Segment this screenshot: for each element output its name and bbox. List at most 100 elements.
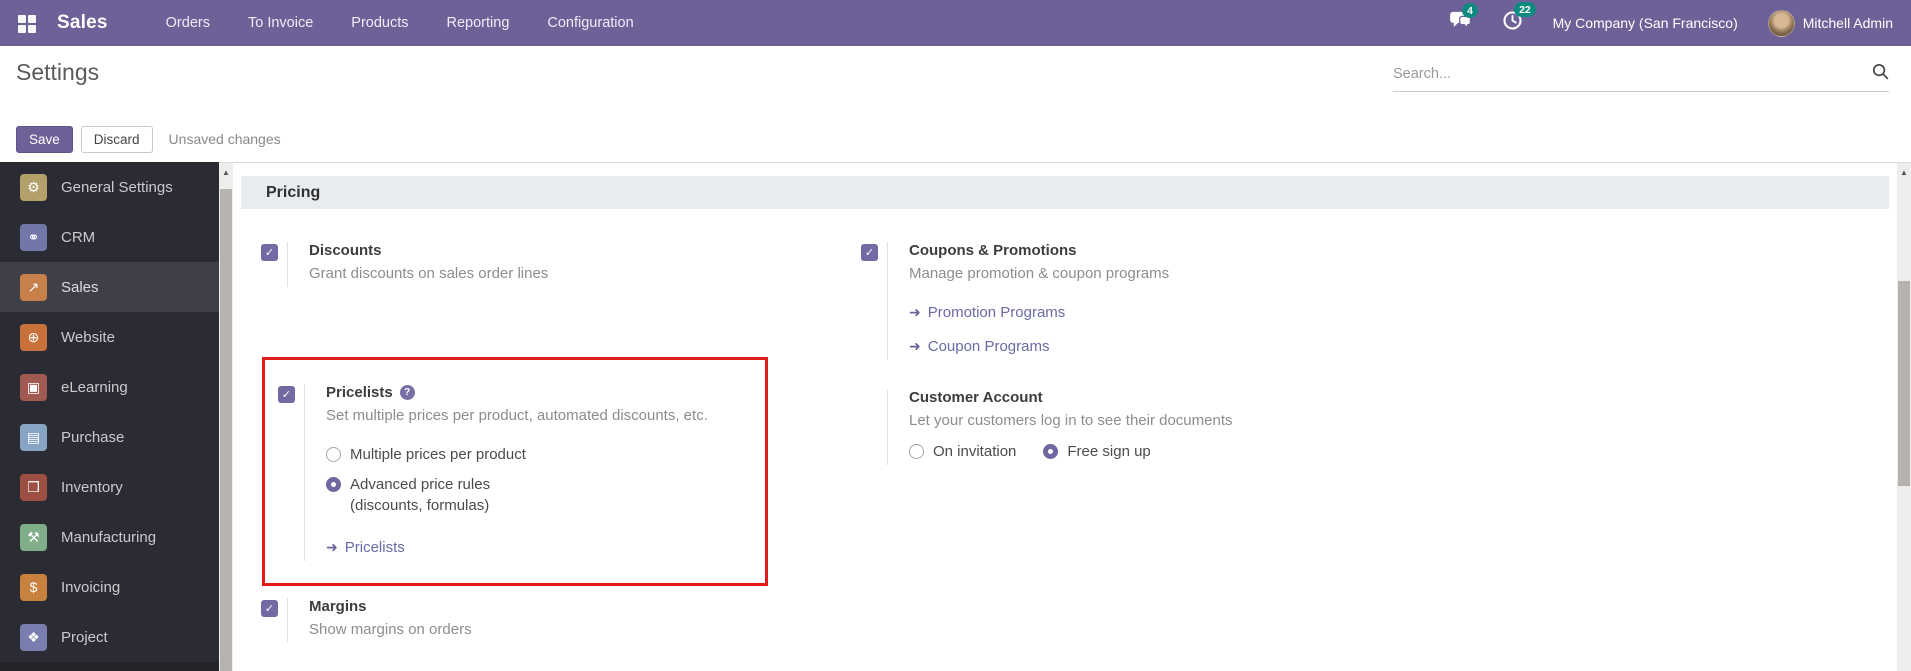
coupons-checkbox[interactable]: ✓ [861,244,878,261]
sidebar-item-sales[interactable]: ↗ Sales [0,262,219,312]
free-sign-up-radio[interactable] [1043,444,1059,459]
top-navbar: Sales Orders To Invoice Products Reporti… [0,0,1911,46]
sidebar-item-purchase[interactable]: ▤ Purchase [0,412,219,462]
sidebar-item-inventory[interactable]: ❒ Inventory [0,462,219,512]
discounts-desc: Grant discounts on sales order lines [309,265,549,282]
purchase-card-icon: ▤ [20,423,47,451]
settings-left-scrollbar[interactable]: ▲ [219,162,233,671]
nav-item-to-invoice[interactable]: To Invoice [248,2,313,44]
user-menu[interactable]: Mitchell Admin [1767,9,1893,37]
website-globe-icon: ⊕ [20,323,47,351]
nav-item-orders[interactable]: Orders [166,2,210,44]
section-header-pricing: Pricing [241,176,1889,209]
sidebar-item-website[interactable]: ⊕ Website [0,312,219,362]
app-brand[interactable]: Sales [57,12,108,34]
sidebar-item-elearning[interactable]: ▣ eLearning [0,362,219,412]
activities-menu[interactable]: 22 [1502,2,1537,36]
crm-handshake-icon: ⚭ [20,223,47,251]
option-multiple-prices: Multiple prices per product [326,446,708,463]
nav-item-configuration[interactable]: Configuration [547,2,633,44]
page-right-scrollbar[interactable]: ▲ [1897,162,1911,671]
elearning-board-icon: ▣ [20,373,47,401]
coupon-programs-link[interactable]: ➜ Coupon Programs [909,338,1169,355]
advanced-rules-radio[interactable] [326,477,341,492]
save-button[interactable]: Save [16,125,73,153]
inventory-box-icon: ❒ [20,473,47,501]
sidebar-item-label: CRM [61,228,96,246]
user-name: Mitchell Admin [1802,15,1893,31]
pricelists-link-label: Pricelists [344,539,405,556]
sidebar-item-label: Inventory [61,478,123,496]
discounts-checkbox[interactable]: ✓ [261,244,278,261]
messages-menu[interactable]: 4 [1449,3,1479,35]
sidebar-item-label: Purchase [61,428,125,446]
help-icon[interactable]: ? [399,385,415,400]
on-invitation-radio[interactable] [909,444,924,459]
manufacturing-wrench-icon: ⚒ [20,523,47,551]
option-on-invitation: On invitation [909,443,1016,460]
section-title: Pricing [266,183,321,201]
search-input[interactable] [1393,66,1872,82]
project-puzzle-icon: ❖ [20,623,47,651]
setting-coupons: ✓ Coupons & Promotions Manage promotion … [861,242,1441,360]
nav-item-reporting[interactable]: Reporting [447,2,510,44]
user-avatar [1767,9,1795,37]
coupons-label: Coupons & Promotions [909,242,1077,259]
sales-chart-icon: ↗ [20,273,47,301]
sidebar-item-label: Invoicing [61,578,121,596]
company-switcher[interactable]: My Company (San Francisco) [1553,15,1738,31]
pricelists-desc: Set multiple prices per product, automat… [326,407,708,424]
sidebar-item-label: Sales [61,278,99,296]
sidebar-item-crm[interactable]: ⚭ CRM [0,212,219,262]
scroll-up-icon[interactable]: ▲ [1897,163,1911,177]
advanced-rules-label: Advanced price rules [350,476,491,493]
highlight-box: ✓ Pricelists ? Set multiple prices per p… [262,357,768,586]
multiple-prices-radio[interactable] [326,447,341,462]
invoicing-dollar-doc-icon: $ [20,573,47,601]
sidebar-item-label: General Settings [61,178,173,196]
coupons-desc: Manage promotion & coupon programs [909,265,1170,282]
discard-button[interactable]: Discard [80,125,153,153]
page-title: Settings [16,59,100,85]
scroll-up-icon[interactable]: ▲ [219,163,233,177]
sidebar-item-label: Manufacturing [61,528,157,546]
settings-right-column: ✓ Coupons & Promotions Manage promotion … [841,242,1441,465]
on-invitation-label: On invitation [933,443,1017,460]
margins-checkbox[interactable]: ✓ [261,600,278,617]
sidebar-item-label: Website [61,328,115,346]
free-sign-up-label: Free sign up [1067,443,1151,460]
nav-menu: Orders To Invoice Products Reporting Con… [166,2,634,44]
sidebar-item-manufacturing[interactable]: ⚒ Manufacturing [0,512,219,562]
settings-content: Pricing ✓ Discounts Grant discounts on s… [233,162,1897,671]
settings-left-column: ✓ Discounts Grant discounts on sales ord… [241,242,841,643]
nav-item-products[interactable]: Products [351,2,408,44]
sidebar-item-invoicing[interactable]: $ Invoicing [0,562,219,612]
sidebar-item-general-settings[interactable]: ⚙ General Settings [0,162,219,212]
customer-account-label: Customer Account [909,389,1043,406]
discounts-label: Discounts [309,242,382,259]
setting-discounts: ✓ Discounts Grant discounts on sales ord… [261,242,841,287]
right-arrow-icon: ➜ [326,539,338,555]
margins-label: Margins [309,598,367,615]
setting-margins: ✓ Margins Show margins on orders [261,598,841,643]
margins-desc: Show margins on orders [309,621,472,638]
option-advanced-rules: Advanced price rules [326,476,708,493]
unsaved-changes-status: Unsaved changes [168,131,281,147]
sidebar-item-project[interactable]: ❖ Project [0,612,219,662]
right-arrow-icon: ➜ [909,338,921,354]
multiple-prices-label: Multiple prices per product [350,446,526,463]
apps-menu-icon[interactable] [18,14,36,33]
sidebar-next-item-partial [0,662,219,671]
scrollbar-thumb[interactable] [1898,281,1910,486]
search-icon[interactable] [1872,63,1889,85]
search-box [1393,63,1889,92]
coupon-programs-label: Coupon Programs [927,338,1050,355]
setting-customer-account: Customer Account Let your customers log … [861,389,1441,465]
pricelists-label: Pricelists [326,384,393,401]
promotion-programs-link[interactable]: ➜ Promotion Programs [909,304,1169,321]
general-settings-gear-icon: ⚙ [20,173,47,201]
option-free-sign-up: Free sign up [1043,443,1151,460]
pricelists-checkbox[interactable]: ✓ [278,386,295,403]
pricelists-link[interactable]: ➜ Pricelists [326,539,708,556]
scrollbar-thumb[interactable] [220,189,232,671]
